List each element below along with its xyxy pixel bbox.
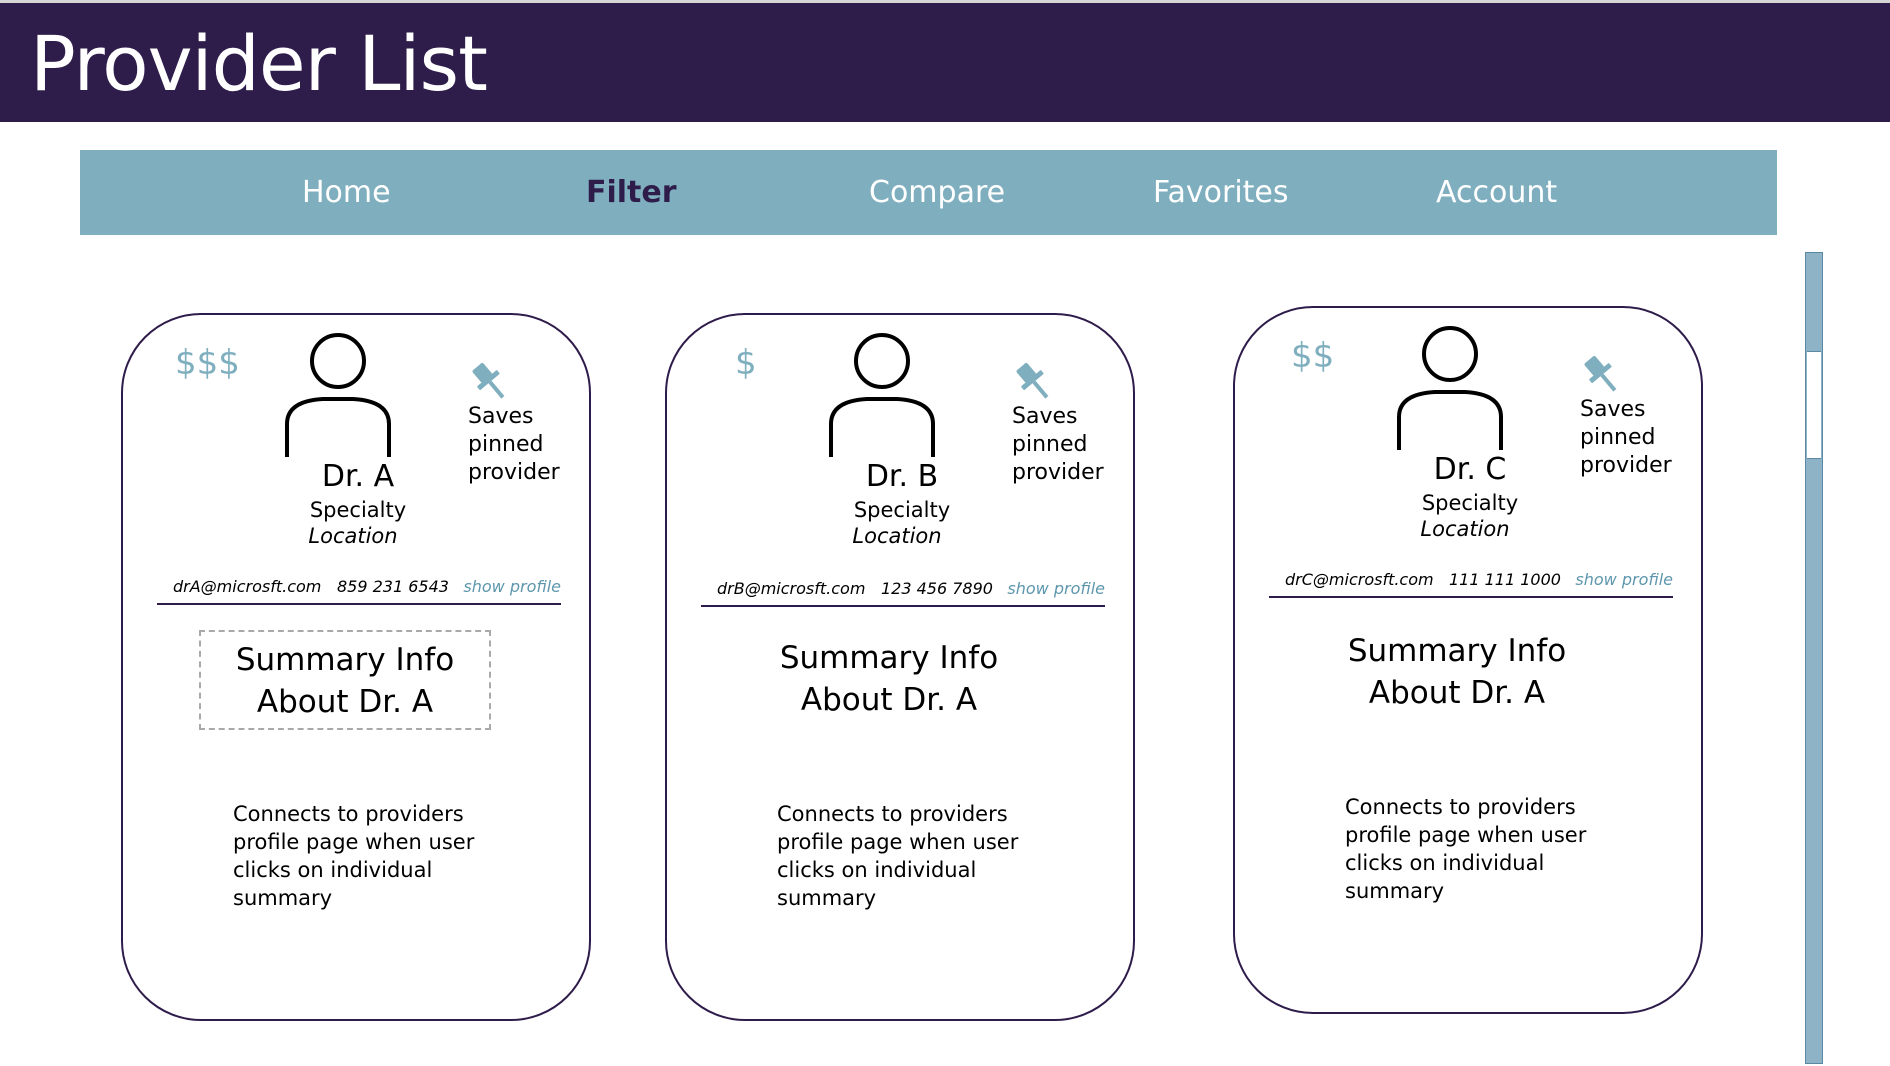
summary-line: About Dr. A — [800, 682, 978, 718]
contact-row: drB@microsft.com 123 456 7890 show profi… — [701, 579, 1105, 607]
pin-icon[interactable] — [1012, 360, 1056, 404]
avatar-icon — [285, 333, 391, 457]
provider-email: drA@microsft.com — [173, 577, 322, 596]
provider-email: drC@microsft.com — [1285, 570, 1434, 589]
summary-line: About Dr. A — [1368, 675, 1546, 711]
provider-specialty: Specialty — [309, 498, 407, 522]
provider-phone: 123 456 7890 — [881, 579, 993, 598]
price-indicator: $$$ — [175, 343, 240, 383]
scrollbar-thumb[interactable] — [1807, 351, 1821, 459]
contact-row: drA@microsft.com 859 231 6543 show profi… — [157, 577, 561, 605]
nav-favorites[interactable]: Favorites — [1153, 150, 1289, 235]
summary-line: About Dr. A — [256, 684, 434, 720]
price-indicator: $ — [735, 343, 757, 383]
summary-box: Summary Info About Dr. A — [199, 630, 491, 730]
summary-line: Summary Info — [1347, 633, 1567, 669]
provider-phone: 859 231 6543 — [337, 577, 449, 596]
show-profile-link[interactable]: show profile — [1575, 570, 1673, 589]
connect-note: Connects to providers profile page when … — [1345, 795, 1587, 903]
provider-specialty: Specialty — [1421, 491, 1519, 515]
provider-email: drB@microsft.com — [717, 579, 866, 598]
provider-location: Location — [308, 524, 398, 548]
nav-account[interactable]: Account — [1436, 150, 1557, 235]
show-profile-link[interactable]: show profile — [463, 577, 561, 596]
vertical-scrollbar[interactable] — [1805, 252, 1823, 1064]
summary-box: Summary Info About Dr. A — [743, 630, 1035, 730]
provider-specialty: Specialty — [853, 498, 951, 522]
pin-icon[interactable] — [1580, 353, 1624, 397]
summary-line: Summary Info — [235, 642, 455, 678]
avatar-icon — [1397, 326, 1503, 450]
summary-line: Summary Info — [779, 640, 999, 676]
nav-filter[interactable]: Filter — [586, 150, 677, 235]
contact-row: drC@microsft.com 111 111 1000 show profi… — [1269, 570, 1673, 598]
provider-location: Location — [852, 524, 942, 548]
app-header: Provider List — [0, 3, 1890, 122]
price-indicator: $$ — [1291, 336, 1335, 376]
provider-card-b[interactable]: $ Saves pinned provider Dr. B Specialty … — [665, 313, 1135, 1021]
provider-name: Dr. B — [865, 459, 939, 494]
nav-home[interactable]: Home — [302, 150, 391, 235]
provider-card-c[interactable]: $$ Saves pinned provider Dr. C Specialty… — [1233, 306, 1703, 1014]
connect-note: Connects to providers profile page when … — [777, 802, 1019, 910]
show-profile-link[interactable]: show profile — [1007, 579, 1105, 598]
provider-name: Dr. A — [321, 459, 395, 494]
summary-box: Summary Info About Dr. A — [1311, 623, 1603, 723]
pin-icon[interactable] — [468, 360, 512, 404]
provider-phone: 111 111 1000 — [1449, 570, 1561, 589]
provider-name: Dr. C — [1433, 452, 1507, 487]
nav-bar: Home Filter Compare Favorites Account — [80, 150, 1777, 235]
provider-card-a[interactable]: $$$ Saves pinned provider Dr. A Specialt… — [121, 313, 591, 1021]
connect-note: Connects to providers profile page when … — [233, 802, 475, 910]
provider-location: Location — [1420, 517, 1510, 541]
nav-compare[interactable]: Compare — [869, 150, 1005, 235]
page-title: Provider List — [30, 19, 488, 108]
avatar-icon — [829, 333, 935, 457]
